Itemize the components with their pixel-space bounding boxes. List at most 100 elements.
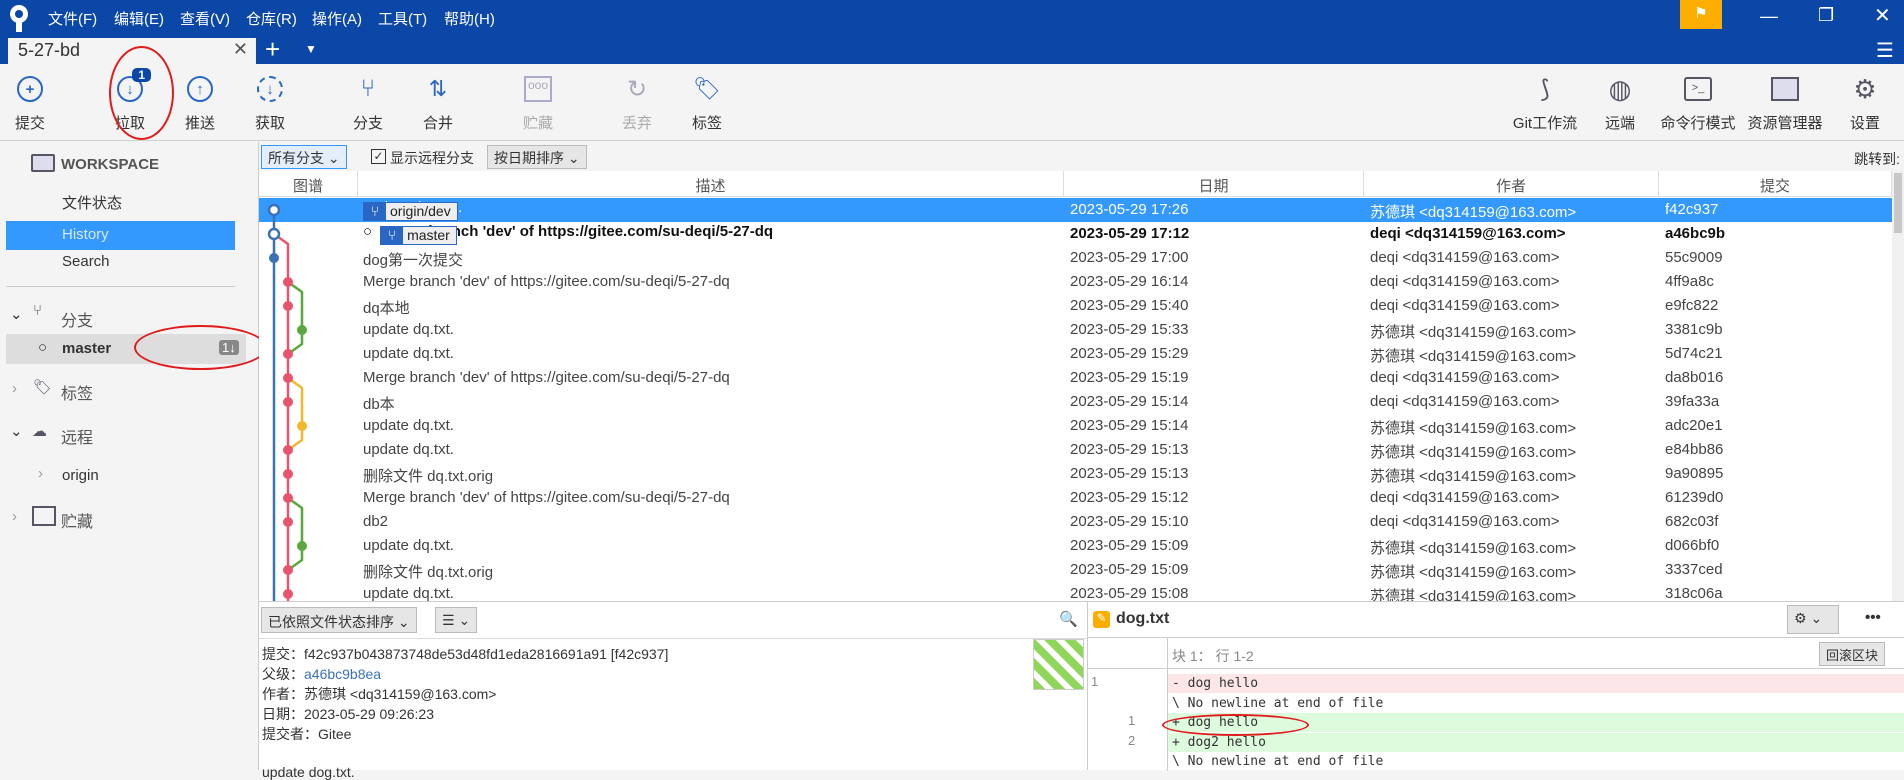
toolbar-button-fetch[interactable]: ↓ 获取 (230, 74, 310, 133)
remotes-heading[interactable]: 远程 (61, 424, 93, 448)
table-row[interactable]: 删除文件 dq.txt.orig 2023-05-29 15:13 苏德琪 <dq3… (259, 462, 1892, 486)
commit-date: 2023-05-29 16:14 (1070, 273, 1189, 290)
more-options-icon[interactable]: ••• (1865, 609, 1881, 626)
menu-item[interactable]: 工具(T) (378, 8, 427, 29)
menu-item[interactable]: 帮助(H) (444, 8, 495, 29)
table-row[interactable]: 删除文件 dq.txt.orig 2023-05-29 15:09 苏德琪 <dq3… (259, 558, 1892, 582)
column-header-description[interactable]: 描述 (358, 171, 1064, 197)
sidebar-item-search[interactable]: Search (62, 253, 110, 270)
stashes-heading[interactable]: 贮藏 (61, 508, 93, 532)
history-label: History (62, 226, 109, 243)
branches-heading[interactable]: 分支 (61, 307, 93, 331)
commit-hash: 4ff9a8c (1665, 273, 1714, 290)
file-sort-select[interactable]: 已依照文件状态排序 ⌄ (261, 607, 417, 633)
commit-description: 删除文件 dq.txt.orig (363, 561, 493, 582)
toolbar-button-tag[interactable]: 🏷 标签 (667, 74, 747, 133)
sort-select[interactable]: 按日期排序 ⌄ (487, 145, 587, 169)
sidebar-item-file-status[interactable]: 文件状态 (62, 192, 122, 213)
table-row[interactable]: update dq.txt. 2023-05-29 15:29 苏德琪 <dq314… (259, 342, 1892, 366)
new-tab-button[interactable]: + (265, 34, 280, 65)
toolbar-label: 推送 (184, 115, 215, 132)
diff-line-del: - dog hello (1168, 674, 1904, 693)
table-row[interactable]: update dq.txt. 2023-05-29 15:09 苏德琪 <dq314… (259, 534, 1892, 558)
diff-settings-button[interactable]: ⚙ ⌄ (1787, 605, 1839, 634)
graph-node (283, 445, 293, 455)
menu-bar: 文件(F) 编辑(E) 查看(V) 仓库(R) 操作(A) 工具(T) 帮助(H) ⚑ — … (0, 0, 1904, 38)
commit-description: update dq.txt. (363, 585, 454, 601)
table-row[interactable]: Merge branch 'dev' of https://gitee.com/… (259, 366, 1892, 390)
menu-item[interactable]: 查看(V) (180, 8, 230, 29)
table-row[interactable]: ⑂origin/devupdate dog.txt. 2023-05-29 17:… (259, 198, 1892, 222)
origin-chevron-icon[interactable]: › (38, 465, 43, 482)
show-remote-label: 显示远程分支 (390, 150, 474, 166)
column-header-date[interactable]: 日期 (1064, 171, 1364, 197)
toolbar-button-terminal[interactable]: >_ 命令行模式 (1648, 74, 1748, 133)
table-row[interactable]: Merge branch 'dev' of https://gitee.com/… (259, 270, 1892, 294)
stashes-chevron-icon[interactable]: › (12, 508, 17, 525)
sidebar: WORKSPACE 文件状态 History Search ⌄ ⑂ 分支 ○ m… (0, 142, 259, 770)
menu-item[interactable]: 操作(A) (312, 8, 362, 29)
stash-icon: ooo (523, 74, 553, 104)
commit-author: deqi <dq314159@163.com> (1370, 369, 1560, 386)
head-indicator-icon: ○ (363, 223, 373, 240)
toolbar-button-stash[interactable]: ooo 贮藏 (498, 74, 578, 133)
table-row[interactable]: update dq.txt. 2023-05-29 15:14 苏德琪 <dq314… (259, 414, 1892, 438)
table-row[interactable]: update dq.txt. 2023-05-29 15:33 苏德琪 <dq314… (259, 318, 1892, 342)
column-header-author[interactable]: 作者 (1364, 171, 1659, 197)
table-row[interactable]: db本 2023-05-29 15:14 deqi <dq314159@163.co… (259, 390, 1892, 414)
table-row[interactable]: Merge branch 'dev' of https://gitee.com/… (259, 486, 1892, 510)
toolbar-label: 合并 (422, 115, 453, 132)
table-row[interactable]: dog第一次提交 2023-05-29 17:00 deqi <dq314159@1… (259, 246, 1892, 270)
table-row[interactable]: dq本地 2023-05-29 15:40 deqi <dq314159@163.c… (259, 294, 1892, 318)
close-window-button[interactable]: ✕ (1874, 3, 1891, 28)
commit-hash: a46bc9b (1665, 225, 1726, 242)
menu-item[interactable]: 仓库(R) (246, 8, 297, 29)
graph-line-side (287, 496, 304, 572)
annotation-circle-master (134, 325, 267, 370)
branch-label[interactable]: ⑂ master (380, 226, 457, 245)
toolbar-button-gear[interactable]: ⚙ 设置 (1815, 74, 1904, 133)
sidebar-remote-origin[interactable]: origin (62, 467, 99, 484)
search-icon[interactable]: 🔍 (1059, 610, 1078, 628)
description-text: update dq.txt. (363, 321, 454, 338)
tab-dropdown-icon[interactable]: ▼ (305, 42, 317, 56)
revert-hunk-button[interactable]: 回滚区块 (1819, 642, 1886, 666)
commit-author: 苏德琪 <dq314159@163.com> (1370, 204, 1577, 221)
sidebar-item-history[interactable]: History (6, 221, 235, 250)
tags-heading[interactable]: 标签 (61, 380, 93, 404)
toolbar-button-discard[interactable]: ↻ 丢弃 (597, 74, 677, 133)
commit-hash: e9fc822 (1665, 297, 1719, 314)
branch-icon: ⑂ (364, 203, 386, 220)
show-remote-checkbox[interactable]: ✓ (371, 149, 386, 164)
minimize-button[interactable]: — (1760, 6, 1778, 27)
menu-item[interactable]: 编辑(E) (114, 8, 164, 29)
commit-date: 2023-05-29 15:10 (1070, 513, 1189, 530)
table-row[interactable]: update dq.txt. 2023-05-29 15:13 苏德琪 <dq314… (259, 438, 1892, 462)
restore-button[interactable]: ❐ (1818, 5, 1834, 26)
tags-chevron-icon[interactable]: › (12, 380, 17, 397)
description-text: update dq.txt. (363, 537, 454, 554)
close-tab-icon[interactable]: ✕ (233, 39, 248, 60)
table-row[interactable]: update dq.txt. 2023-05-29 15:08 苏德琪 <dq314… (259, 582, 1892, 601)
remotes-chevron-icon[interactable]: ⌄ (10, 422, 23, 440)
column-header-graph[interactable]: 图谱 (259, 171, 358, 197)
table-row[interactable]: ○ ⑂ master Merge branch 'dev' of https://gi… (259, 222, 1892, 246)
commit-author: deqi <dq314159@163.com> (1370, 225, 1566, 242)
toolbar-button-merge[interactable]: ⇅ 合并 (398, 74, 478, 133)
hamburger-menu-icon[interactable]: ☰ (1876, 38, 1894, 63)
flag-button[interactable]: ⚑ (1680, 0, 1722, 29)
vertical-scrollbar[interactable] (1892, 171, 1904, 601)
menu-item[interactable]: 文件(F) (48, 8, 97, 29)
branch-label[interactable]: ⑂ origin/dev (363, 202, 458, 221)
column-header-commit[interactable]: 提交 (1659, 171, 1892, 197)
commit-hash: d066bf0 (1665, 537, 1720, 554)
branch-icon: ⑂ (33, 302, 43, 319)
branch-filter-select[interactable]: 所有分支 ⌄ (261, 145, 347, 169)
toolbar-button-plus-circle[interactable]: + 提交 (0, 74, 70, 133)
view-mode-select[interactable]: ☰ ⌄ (435, 607, 478, 633)
branches-chevron-icon[interactable]: ⌄ (10, 305, 23, 323)
toolbar-button-branch[interactable]: ⑂ 分支 (328, 74, 408, 133)
table-row[interactable]: db2 2023-05-29 15:10 deqi <dq314159@163.co… (259, 510, 1892, 534)
toolbar-label: 分支 (352, 115, 383, 132)
parent-link[interactable]: a46bc9b8ea (304, 666, 381, 682)
